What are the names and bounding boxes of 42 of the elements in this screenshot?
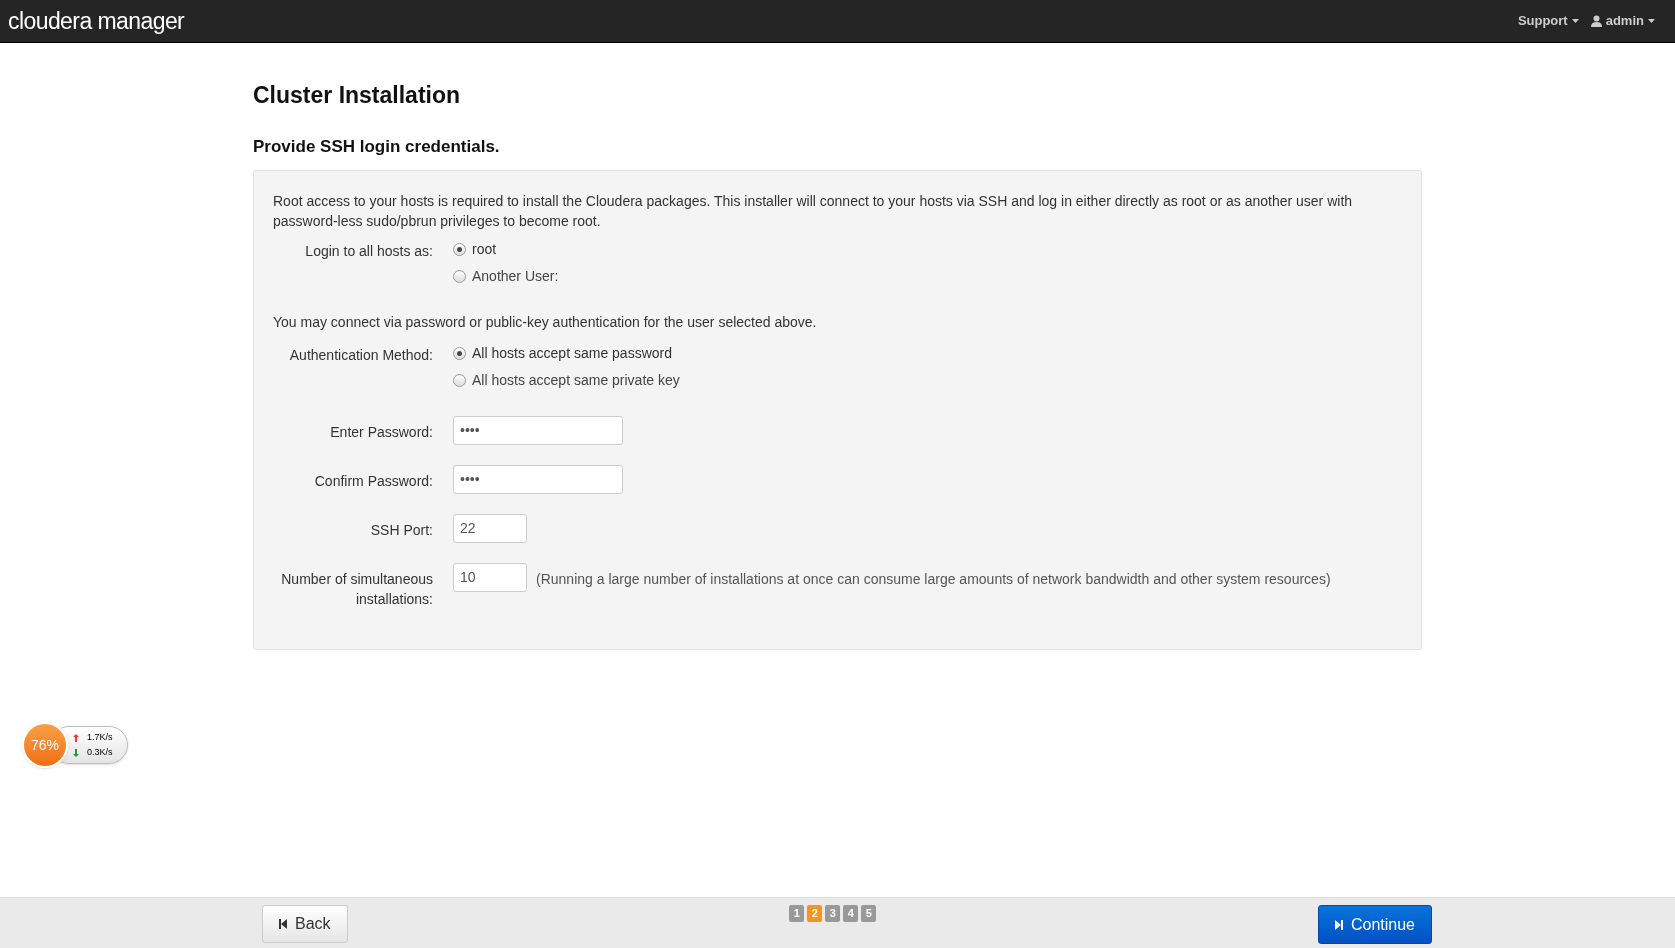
page-title: Cluster Installation <box>253 81 462 110</box>
caret-icon <box>1648 19 1655 23</box>
step-indicator: 5 <box>861 905 877 922</box>
logo[interactable]: cloudera manager <box>8 3 185 39</box>
help-text: (Running a large number of installations at once can consume large amounts of network bandwidth and other system resources) <box>536 570 1331 589</box>
radio-label[interactable]: Another User: <box>472 266 559 287</box>
radio-button[interactable] <box>453 243 466 256</box>
radio-label[interactable]: root <box>472 239 497 260</box>
arrow-down-icon <box>73 748 79 757</box>
upload-speed: 1.7K/s <box>87 731 113 744</box>
user-icon <box>1590 15 1602 27</box>
input-field[interactable]: 10 <box>453 563 527 592</box>
skip-forward-icon <box>1334 919 1343 930</box>
step-indicator: 2 <box>807 905 823 922</box>
input-field[interactable]: •••• <box>453 416 623 445</box>
input-field[interactable]: •••• <box>453 465 623 494</box>
back-button[interactable]: Back <box>262 905 348 943</box>
section-heading: Provide SSH login credentials. <box>253 135 501 158</box>
step-indicator: 4 <box>843 905 859 922</box>
skip-back-icon <box>279 919 287 929</box>
continue-button[interactable]: Continue <box>1317 905 1432 944</box>
radio-button[interactable] <box>453 270 466 283</box>
field-label: Confirm Password: <box>313 472 434 491</box>
input-field[interactable]: 22 <box>453 514 527 543</box>
radio-label[interactable]: All hosts accept same private key <box>472 370 680 391</box>
step-indicator: 3 <box>825 905 841 922</box>
field-label: SSH Port: <box>369 521 434 540</box>
field-label: Authentication Method: <box>288 346 434 365</box>
caret-icon <box>1571 19 1579 23</box>
radio-button[interactable] <box>453 347 466 360</box>
arrow-up-icon <box>73 733 79 742</box>
download-speed: 0.3K/s <box>87 746 113 759</box>
field-label: Number of simultaneous installations: <box>280 570 434 609</box>
field-label: Enter Password: <box>329 423 434 442</box>
intro-text: Root access to your hosts is required to install the Cloudera packages. This installer will connect to your hosts via SSH and log in either directly as root or as another user with password-less sudo/pbrun privileges to become root. <box>273 192 1354 231</box>
field-label: Login to all hosts as: <box>304 242 434 261</box>
auth-note: You may connect via password or public-key authentication for the user selected above. <box>273 313 818 332</box>
menu-dropdown[interactable]: Support <box>1517 11 1579 31</box>
step-indicator: 1 <box>789 905 805 922</box>
radio-button[interactable] <box>453 374 466 387</box>
menu-dropdown[interactable]: admin <box>1590 11 1655 31</box>
radio-label[interactable]: All hosts accept same password <box>472 343 672 364</box>
